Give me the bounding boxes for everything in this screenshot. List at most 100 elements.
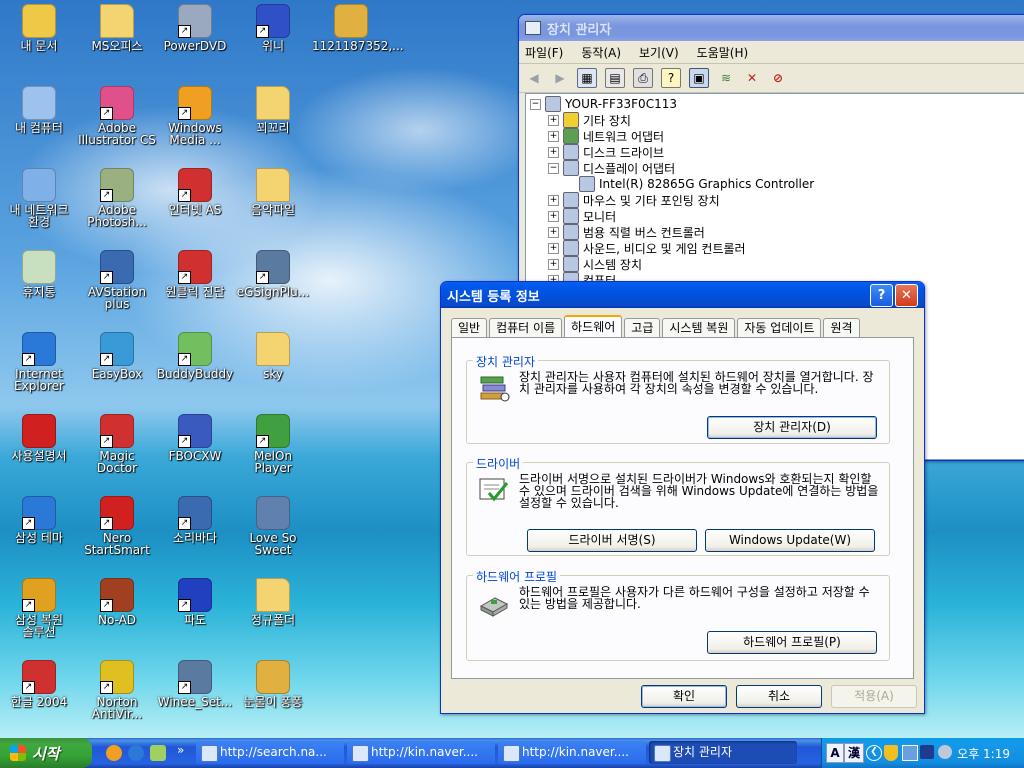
desktop-icon[interactable]: 사용설명서	[0, 414, 78, 492]
dialog-titlebar[interactable]: 시스템 등록 정보 ? ✕	[441, 282, 924, 308]
forward-icon[interactable]: ▶	[551, 69, 569, 87]
print-icon[interactable]: ⎙	[633, 68, 653, 88]
tab-general[interactable]: 일반	[451, 318, 488, 337]
help-button[interactable]: ?	[870, 283, 893, 307]
windows-update-button[interactable]: Windows Update(W)	[705, 529, 875, 552]
uninstall-icon[interactable]: ✕	[743, 69, 761, 87]
tab-advanced[interactable]: 고급	[624, 318, 661, 337]
tree-item[interactable]: + 기타 장치	[526, 112, 1024, 128]
desktop-icon[interactable]: ↗ Adobe Illustrator CS	[78, 86, 156, 164]
network-tray-icon[interactable]	[902, 745, 918, 761]
quick-launch-chevron[interactable]: »	[177, 743, 184, 757]
tree-item[interactable]: + 모니터	[526, 208, 1024, 224]
tab-auto-update[interactable]: 자동 업데이트	[737, 318, 822, 337]
tree-item[interactable]: + 디스크 드라이브	[526, 144, 1024, 160]
desktop-icon[interactable]: 내 컴퓨터	[0, 86, 78, 164]
desktop-icon[interactable]: ↗ EasyBox	[78, 332, 156, 410]
menu-file[interactable]: 파일(F)	[525, 44, 563, 61]
expand-icon[interactable]: +	[548, 146, 559, 158]
expand-icon[interactable]: +	[548, 210, 559, 222]
desktop-icon[interactable]: ↗ 삼성 복원 솔루션	[0, 578, 78, 656]
expand-icon[interactable]: +	[548, 226, 559, 238]
tree-item[interactable]: + 시스템 장치	[526, 256, 1024, 272]
driver-signing-button[interactable]: 드라이버 서명(S)	[527, 529, 697, 552]
desktop-icon[interactable]: ↗ 파도	[156, 578, 234, 656]
app-tray-icon[interactable]	[938, 745, 952, 759]
scan-icon[interactable]: ▣	[689, 68, 709, 88]
desktop-icon[interactable]: ↗ Internet Explorer	[0, 332, 78, 410]
quick-launch-messenger-icon[interactable]	[106, 745, 122, 761]
desktop-icon[interactable]: sky	[234, 332, 312, 410]
properties-view-icon[interactable]: ▦	[577, 68, 597, 88]
ime-mode-a[interactable]: A	[826, 743, 844, 763]
quick-launch-ie-icon[interactable]	[128, 745, 144, 761]
desktop-icon[interactable]: ↗ 인터넷 AS	[156, 168, 234, 246]
collapse-icon[interactable]: −	[548, 162, 559, 174]
desktop-icon[interactable]: ↗ Adobe Photosh...	[78, 168, 156, 246]
desktop-icon[interactable]: ↗ No-AD	[78, 578, 156, 656]
tree-item[interactable]: + 마우스 및 기타 포인팅 장치	[526, 192, 1024, 208]
desktop-icon[interactable]: ↗ BuddyBuddy	[156, 332, 234, 410]
desktop-icon[interactable]: ↗ AVStation plus	[78, 250, 156, 328]
expand-icon[interactable]: +	[548, 114, 559, 126]
close-button[interactable]: ✕	[895, 283, 918, 307]
desktop-icon[interactable]: 음악파일	[234, 168, 312, 246]
task-button-device-manager[interactable]: 장치 관리자	[649, 741, 797, 764]
back-icon[interactable]: ◀	[525, 69, 543, 87]
tab-hardware[interactable]: 하드웨어	[564, 315, 623, 338]
tree-item[interactable]: − YOUR-FF33F0C113	[526, 96, 1024, 112]
tree-item[interactable]: Intel(R) 82865G Graphics Controller	[526, 176, 1024, 192]
disable-icon[interactable]: ⊘	[769, 69, 787, 87]
device-manager-titlebar[interactable]: 장치 관리자	[519, 15, 1024, 41]
expand-icon[interactable]: +	[548, 258, 559, 270]
collapse-icon[interactable]: −	[530, 98, 541, 110]
properties-icon[interactable]: ▤	[605, 68, 625, 88]
task-button-kin-naver-2[interactable]: http://kin.naver....	[498, 741, 646, 764]
desktop-icon[interactable]: ↗ PowerDVD	[156, 4, 234, 82]
menu-view[interactable]: 보기(V)	[639, 44, 679, 61]
expand-icon[interactable]: +	[548, 130, 559, 142]
desktop-icon[interactable]: ↗ Nero StartSmart	[78, 496, 156, 574]
expand-icon[interactable]: +	[548, 194, 559, 206]
desktop-icon[interactable]: 내 네트워크 환경	[0, 168, 78, 246]
desktop-icon[interactable]: ↗ Norton AntiVir...	[78, 660, 156, 738]
desktop-icon[interactable]: ↗ 원클릭 진단	[156, 250, 234, 328]
cancel-button[interactable]: 취소	[736, 685, 822, 708]
tab-remote[interactable]: 원격	[823, 318, 860, 337]
desktop-icon[interactable]: 눈물이 퐁퐁	[234, 660, 312, 738]
desktop-icon[interactable]: ↗ Windows Media ...	[156, 86, 234, 164]
desktop-icon[interactable]: 꾀꼬리	[234, 86, 312, 164]
apply-button[interactable]: 적용(A)	[831, 685, 917, 708]
desktop-icon[interactable]: ↗ eGSignPlu...	[234, 250, 312, 328]
desktop-icon[interactable]: ↗ MelOn Player	[234, 414, 312, 492]
menu-action[interactable]: 동작(A)	[581, 44, 621, 61]
start-button[interactable]: 시작	[0, 738, 92, 768]
tree-item[interactable]: + 네트워크 어댑터	[526, 128, 1024, 144]
desktop-icon[interactable]: 정규폴더	[234, 578, 312, 656]
tray-expand-icon[interactable]: ❮	[866, 745, 882, 761]
desktop-icon[interactable]: ↗ Winee_Set...	[156, 660, 234, 738]
desktop-icon[interactable]: ↗ 위니	[234, 4, 312, 82]
desktop-icon[interactable]: ↗ Magic Doctor	[78, 414, 156, 492]
tab-computer-name[interactable]: 컴퓨터 이름	[489, 318, 563, 337]
clock[interactable]: 오후 1:19	[957, 745, 1010, 762]
tab-system-restore[interactable]: 시스템 복원	[662, 318, 736, 337]
tree-item[interactable]: − 디스플레이 어댑터	[526, 160, 1024, 176]
volume-tray-icon[interactable]	[920, 745, 934, 759]
ok-button[interactable]: 확인	[641, 685, 727, 708]
desktop-icon[interactable]: ↗ 소리바다	[156, 496, 234, 574]
desktop-icon[interactable]: 1121187352,...	[312, 4, 404, 82]
tree-item[interactable]: + 범용 직렬 버스 컨트롤러	[526, 224, 1024, 240]
tree-item[interactable]: + 사운드, 비디오 및 게임 컨트롤러	[526, 240, 1024, 256]
desktop-icon[interactable]: 내 문서	[0, 4, 78, 82]
device-manager-button[interactable]: 장치 관리자(D)	[707, 416, 877, 439]
desktop-icon[interactable]: Love So Sweet	[234, 496, 312, 574]
task-button-kin-naver-1[interactable]: http://kin.naver....	[347, 741, 495, 764]
quick-launch-desktop-icon[interactable]	[150, 745, 166, 761]
help-icon[interactable]: ?	[661, 68, 681, 88]
desktop-icon[interactable]: ↗ FBOCXW	[156, 414, 234, 492]
hardware-profile-button[interactable]: 하드웨어 프로필(P)	[707, 631, 877, 654]
update-driver-icon[interactable]: ≋	[717, 69, 735, 87]
desktop-icon[interactable]: MS오피스	[78, 4, 156, 82]
expand-icon[interactable]: +	[548, 242, 559, 254]
